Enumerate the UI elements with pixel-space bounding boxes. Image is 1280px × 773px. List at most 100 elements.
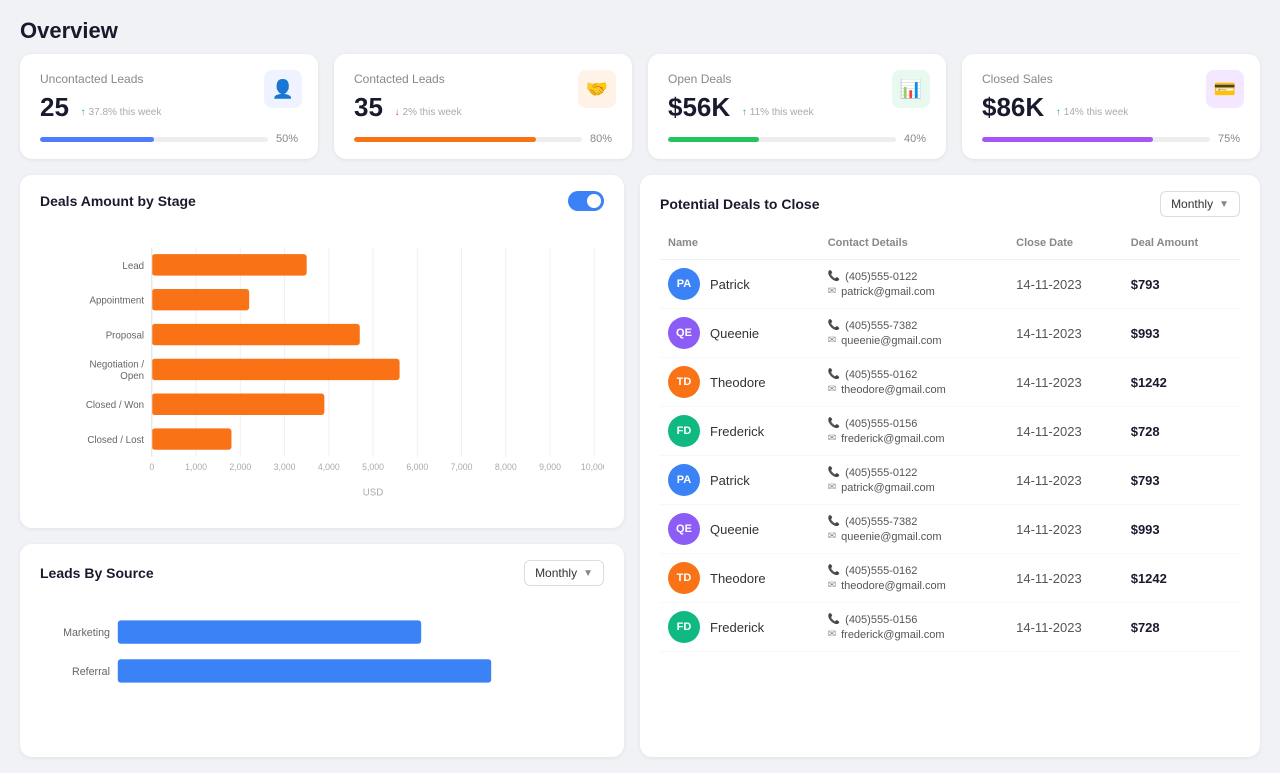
kpi-progress: 50% — [40, 133, 298, 145]
svg-text:Proposal: Proposal — [106, 330, 144, 341]
svg-text:Appointment: Appointment — [89, 296, 144, 307]
contact-details-cell: 📞 (405)555-7382 ✉ queenie@gmail.com — [820, 309, 1008, 358]
chevron-down-icon-2: ▼ — [1219, 199, 1229, 210]
kpi-icon: 💳 — [1206, 70, 1244, 108]
kpi-label: Open Deals — [668, 72, 926, 86]
kpi-value: 25 — [40, 92, 69, 123]
kpi-badge: ↓ 2% this week — [395, 107, 462, 118]
deal-amount-cell: $728 — [1123, 407, 1240, 456]
svg-text:9,000: 9,000 — [539, 462, 561, 472]
kpi-progress-bar-fill — [668, 137, 759, 142]
contact-name: Patrick — [710, 277, 750, 292]
table-row: FD Frederick 📞 (405)555-0156 ✉ frederick… — [660, 407, 1240, 456]
contact-info: 📞 (405)555-0162 ✉ theodore@gmail.com — [828, 565, 1000, 592]
close-date-cell: 14-11-2023 — [1008, 358, 1123, 407]
close-date-cell: 14-11-2023 — [1008, 456, 1123, 505]
phone-number: (405)555-7382 — [845, 516, 917, 528]
name-cell: FD Frederick — [660, 407, 820, 456]
email-address: patrick@gmail.com — [841, 286, 935, 298]
contact-name: Patrick — [710, 473, 750, 488]
main-row: Deals Amount by Stage 01,0002,0003,0004,… — [0, 175, 1280, 773]
email-icon: ✉ — [828, 580, 836, 591]
kpi-badge: ↑ 11% this week — [742, 107, 814, 118]
deal-amount-cell: $1242 — [1123, 554, 1240, 603]
email-address: frederick@gmail.com — [841, 629, 944, 641]
leads-by-source-title: Leads By Source — [40, 565, 154, 581]
phone-number: (405)555-7382 — [845, 320, 917, 332]
avatar: FD — [668, 415, 700, 447]
potential-deals-dropdown[interactable]: Monthly ▼ — [1160, 191, 1240, 217]
phone-icon: 📞 — [828, 271, 840, 282]
deal-amount-cell: $793 — [1123, 456, 1240, 505]
svg-text:Referral: Referral — [72, 666, 110, 678]
kpi-percent: 80% — [590, 133, 612, 145]
leads-source-dropdown[interactable]: Monthly ▼ — [524, 560, 604, 586]
phone-line: 📞 (405)555-0156 — [828, 418, 1000, 430]
close-date-cell: 14-11-2023 — [1008, 554, 1123, 603]
email-line: ✉ patrick@gmail.com — [828, 286, 1000, 298]
avatar: FD — [668, 611, 700, 643]
kpi-progress: 80% — [354, 133, 612, 145]
deals-toggle[interactable] — [568, 191, 604, 211]
kpi-percent: 40% — [904, 133, 926, 145]
contact-name: Queenie — [710, 522, 759, 537]
phone-number: (405)555-0162 — [845, 369, 917, 381]
potential-deals-header: Potential Deals to Close Monthly ▼ — [660, 191, 1240, 217]
contact-info: 📞 (405)555-7382 ✉ queenie@gmail.com — [828, 516, 1000, 543]
svg-text:Negotiation /: Negotiation / — [89, 359, 144, 370]
email-icon: ✉ — [828, 286, 836, 297]
close-date-cell: 14-11-2023 — [1008, 505, 1123, 554]
phone-icon: 📞 — [828, 467, 840, 478]
phone-line: 📞 (405)555-7382 — [828, 516, 1000, 528]
kpi-progress-bar-bg — [668, 137, 896, 142]
avatar: QE — [668, 317, 700, 349]
email-line: ✉ queenie@gmail.com — [828, 531, 1000, 543]
deal-amount-cell: $728 — [1123, 603, 1240, 652]
email-line: ✉ theodore@gmail.com — [828, 384, 1000, 396]
leads-source-chart: Marketing Referral — [40, 604, 604, 734]
chevron-down-icon: ▼ — [583, 568, 593, 579]
svg-text:8,000: 8,000 — [495, 462, 517, 472]
phone-line: 📞 (405)555-7382 — [828, 320, 1000, 332]
svg-text:Open: Open — [120, 371, 144, 382]
contact-name: Frederick — [710, 424, 764, 439]
svg-text:10,000: 10,000 — [581, 462, 604, 472]
leads-by-source-header: Leads By Source Monthly ▼ — [40, 560, 604, 586]
kpi-label: Contacted Leads — [354, 72, 612, 86]
phone-number: (405)555-0156 — [845, 614, 917, 626]
email-line: ✉ frederick@gmail.com — [828, 433, 1000, 445]
close-date-cell: 14-11-2023 — [1008, 603, 1123, 652]
kpi-icon: 📊 — [892, 70, 930, 108]
deals-bar-chart-area: 01,0002,0003,0004,0005,0006,0007,0008,00… — [40, 225, 604, 512]
phone-icon: 📞 — [828, 565, 840, 576]
email-icon: ✉ — [828, 335, 836, 346]
avatar: PA — [668, 464, 700, 496]
deal-amount-cell: $1242 — [1123, 358, 1240, 407]
kpi-badge: ↑ 14% this week — [1056, 107, 1128, 118]
table-row: PA Patrick 📞 (405)555-0122 ✉ patrick@gma… — [660, 456, 1240, 505]
phone-icon: 📞 — [828, 369, 840, 380]
table-column-header: Close Date — [1008, 231, 1123, 260]
kpi-card-closed-sales: Closed Sales $86K ↑ 14% this week 💳 75% — [962, 54, 1260, 159]
deal-amount-cell: $993 — [1123, 309, 1240, 358]
phone-icon: 📞 — [828, 614, 840, 625]
deals-by-stage-panel: Deals Amount by Stage 01,0002,0003,0004,… — [20, 175, 624, 528]
phone-line: 📞 (405)555-0162 — [828, 565, 1000, 577]
phone-icon: 📞 — [828, 516, 840, 527]
svg-text:Closed / Won: Closed / Won — [86, 400, 144, 411]
avatar: TD — [668, 366, 700, 398]
table-row: QE Queenie 📞 (405)555-7382 ✉ queenie@gma… — [660, 505, 1240, 554]
svg-text:6,000: 6,000 — [406, 462, 428, 472]
name-cell: PA Patrick — [660, 456, 820, 505]
kpi-progress: 40% — [668, 133, 926, 145]
svg-text:Marketing: Marketing — [63, 627, 110, 639]
avatar: PA — [668, 268, 700, 300]
svg-text:USD: USD — [363, 487, 384, 498]
deals-table: NameContact DetailsClose DateDeal Amount… — [660, 231, 1240, 652]
potential-deals-panel: Potential Deals to Close Monthly ▼ NameC… — [640, 175, 1260, 757]
phone-number: (405)555-0162 — [845, 565, 917, 577]
email-line: ✉ patrick@gmail.com — [828, 482, 1000, 494]
contact-details-cell: 📞 (405)555-7382 ✉ queenie@gmail.com — [820, 505, 1008, 554]
contact-info: 📞 (405)555-0122 ✉ patrick@gmail.com — [828, 271, 1000, 298]
name-cell: FD Frederick — [660, 603, 820, 652]
